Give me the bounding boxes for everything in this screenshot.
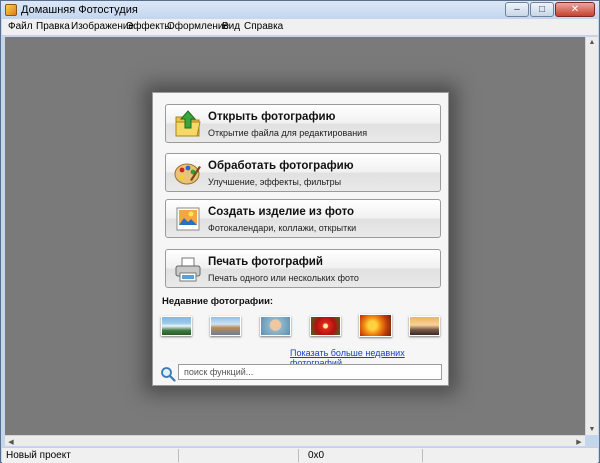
recent-thumbnail-autumn-leaves[interactable] [359, 314, 392, 337]
recent-thumbnail-city[interactable] [210, 316, 241, 336]
recent-thumbnail-red-flower[interactable] [310, 316, 341, 336]
title-bar[interactable]: Домашняя Фотостудия – □ ✕ [1, 1, 599, 19]
action-title: Открыть фотографию [208, 111, 336, 123]
status-bar: Новый проект 0x0 [2, 447, 598, 463]
menu-file[interactable]: Файл [8, 21, 33, 32]
minimize-icon: – [514, 4, 520, 15]
window-title: Домашняя Фотостудия [21, 4, 138, 16]
menu-edit[interactable]: Правка [36, 21, 70, 32]
status-project: Новый проект [6, 450, 71, 461]
maximize-button[interactable]: □ [530, 2, 554, 17]
status-dimensions: 0x0 [308, 450, 325, 461]
recent-thumbnail-waterfall[interactable] [161, 316, 192, 336]
edit-photo-button[interactable]: Обработать фотографию Улучшение, эффекты… [165, 153, 441, 192]
action-title: Печать фотографий [208, 256, 323, 268]
recent-thumbnail-portrait[interactable] [260, 316, 291, 336]
create-product-button[interactable]: Создать изделие из фото Фотокалендари, к… [165, 199, 441, 238]
menu-design[interactable]: Оформление [167, 21, 229, 32]
action-title: Обработать фотографию [208, 160, 354, 172]
scroll-up-icon[interactable]: ▲ [586, 37, 598, 48]
scroll-left-icon[interactable]: ◀ [5, 436, 17, 447]
vertical-scrollbar[interactable]: ▲ ▼ [585, 37, 598, 435]
action-subtitle: Фотокалендари, коллажи, открытки [208, 223, 357, 233]
status-divider [422, 449, 423, 462]
menu-effects[interactable]: Эффекты [126, 21, 171, 32]
folder-open-icon [175, 110, 201, 137]
function-search-input[interactable] [178, 364, 442, 380]
horizontal-scrollbar[interactable]: ◀ ▶ [5, 435, 585, 446]
action-subtitle: Улучшение, эффекты, фильтры [208, 177, 342, 187]
status-divider [178, 449, 179, 462]
recent-photos-label: Недавние фотографии: [162, 296, 274, 307]
palette-icon [174, 163, 201, 185]
menu-image[interactable]: Изображение [71, 21, 134, 32]
app-window: Домашняя Фотостудия – □ ✕ Файл Правка Из… [0, 0, 600, 463]
status-divider [298, 449, 299, 462]
action-subtitle: Печать одного или нескольких фото [208, 273, 359, 283]
action-subtitle: Открытие файла для редактирования [208, 128, 368, 138]
menu-bar: Файл Правка Изображение Эффекты Оформлен… [2, 19, 598, 36]
minimize-button[interactable]: – [505, 2, 529, 17]
picture-icon [176, 207, 200, 231]
menu-view[interactable]: Вид [222, 21, 240, 32]
scroll-down-icon[interactable]: ▼ [586, 424, 598, 435]
action-title: Создать изделие из фото [208, 206, 355, 218]
open-photo-button[interactable]: Открыть фотографию Открытие файла для ре… [165, 104, 441, 143]
printer-icon [175, 257, 201, 282]
search-icon [161, 367, 176, 382]
window-controls: – □ ✕ [504, 2, 595, 18]
menu-help[interactable]: Справка [244, 21, 283, 32]
app-logo-icon [5, 4, 17, 16]
print-photos-button[interactable]: Печать фотографий Печать одного или неск… [165, 249, 441, 288]
start-panel: Открыть фотографию Открытие файла для ре… [152, 92, 449, 386]
close-icon: ✕ [570, 4, 580, 15]
maximize-icon: □ [538, 4, 546, 15]
scroll-right-icon[interactable]: ▶ [573, 436, 585, 447]
close-button[interactable]: ✕ [555, 2, 595, 17]
recent-thumbnail-sunset-city[interactable] [409, 316, 440, 336]
